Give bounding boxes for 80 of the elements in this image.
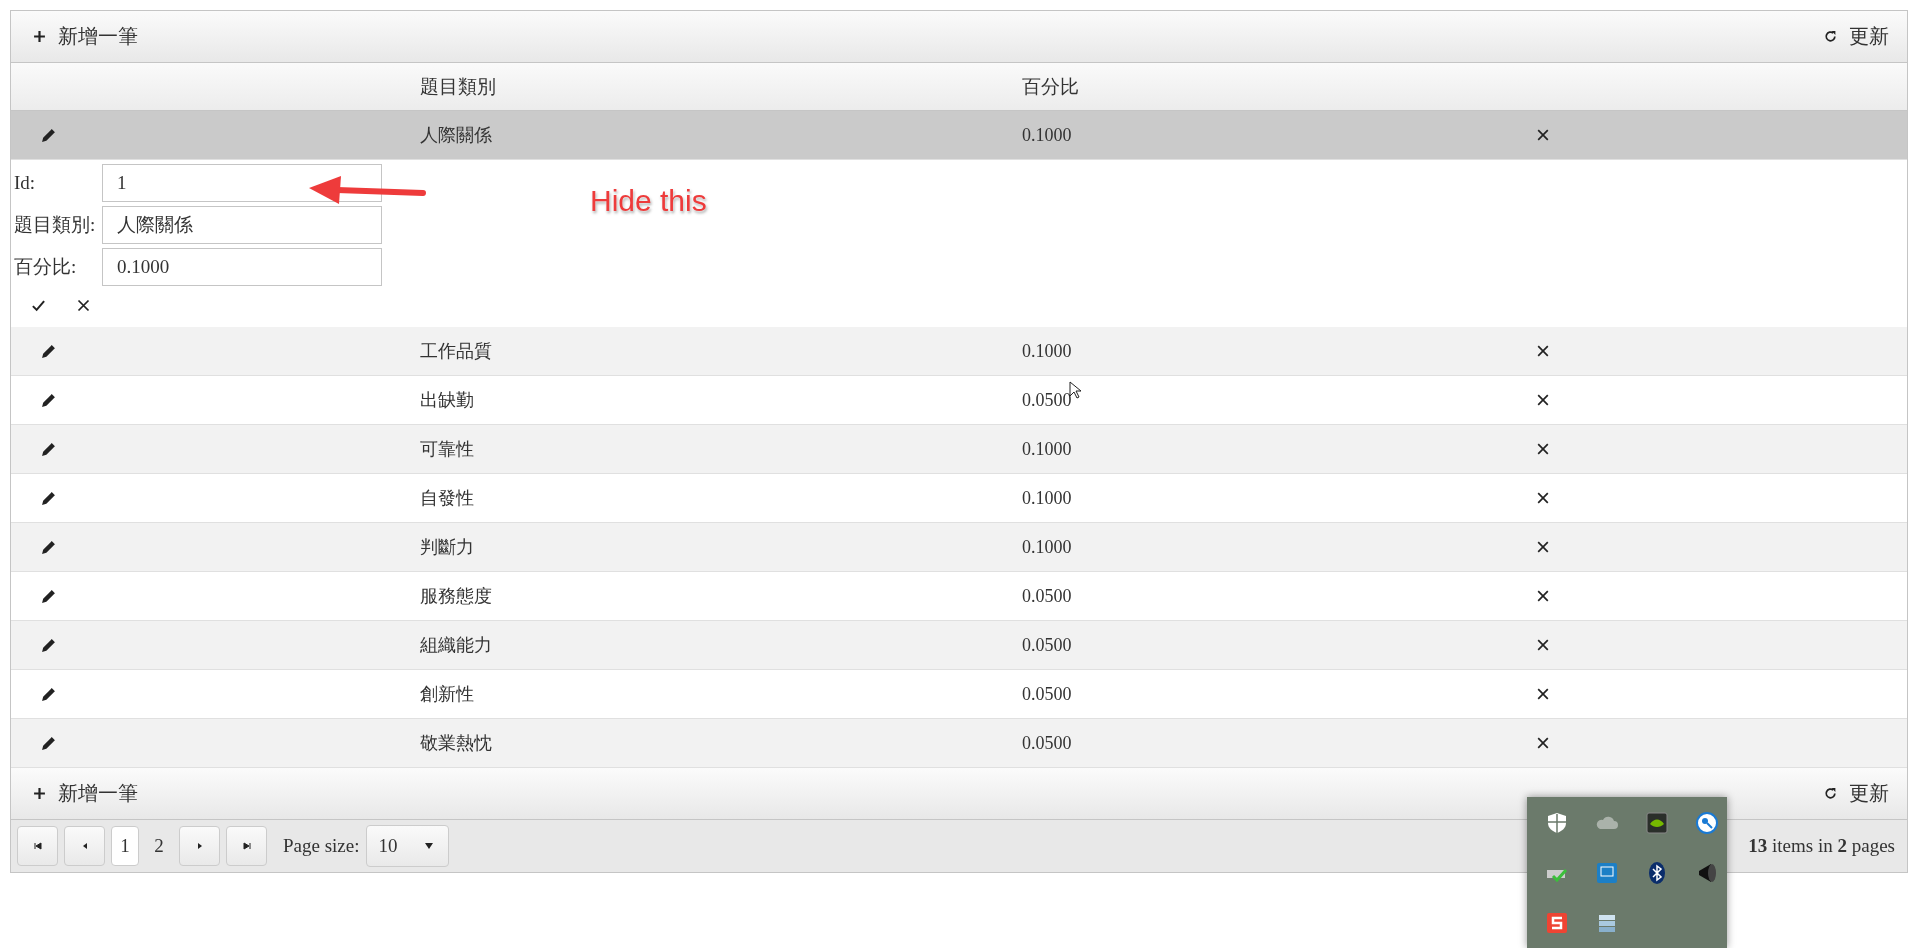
table-cell: 可靠性 [420, 439, 474, 459]
caret-icon [423, 841, 434, 851]
close-icon[interactable] [1537, 129, 1549, 141]
first-page-icon [32, 841, 43, 851]
first-page-button[interactable] [17, 826, 58, 866]
table-row[interactable]: 工作品質 0.1000 [11, 327, 1907, 376]
refresh-icon [1824, 787, 1837, 800]
plus-icon [33, 30, 46, 43]
input-field[interactable]: 1 [102, 164, 382, 202]
cursor-icon [1069, 381, 1081, 399]
table-cell: 出缺勤 [420, 390, 474, 410]
close-icon[interactable] [1537, 443, 1549, 455]
table-row[interactable]: 人際關係 0.1000 [11, 111, 1907, 160]
pencil-icon[interactable] [41, 343, 56, 359]
table-cell: 判斷力 [420, 537, 474, 557]
page-size-dropdown[interactable]: 10 [365, 825, 449, 867]
page-number[interactable]: 1 [111, 826, 139, 866]
app-s-icon[interactable] [1545, 911, 1569, 935]
close-icon[interactable] [1537, 394, 1549, 406]
table-cell: 0.1000 [1022, 340, 1072, 361]
plus-icon [33, 787, 46, 800]
check-icon[interactable] [31, 298, 46, 313]
refresh-button[interactable]: 更新 [1824, 780, 1889, 807]
refresh-icon [1824, 30, 1837, 43]
close-icon[interactable] [1537, 688, 1549, 700]
last-page-icon [241, 841, 252, 851]
pencil-icon[interactable] [41, 686, 56, 702]
page-number[interactable]: 2 [145, 826, 173, 866]
pencil-icon[interactable] [41, 637, 56, 653]
annotation-text: Hide this [590, 184, 707, 218]
close-icon[interactable] [1537, 345, 1549, 357]
input-field[interactable]: 0.1000 [102, 248, 382, 286]
close-icon[interactable] [1537, 639, 1549, 651]
input-field[interactable]: 人際關係 [102, 206, 382, 244]
table-cell: 0.0500 [1022, 389, 1072, 410]
column-header[interactable]: 題目類別 [420, 75, 496, 97]
pencil-icon[interactable] [41, 392, 56, 408]
table-cell: 創新性 [420, 684, 474, 704]
pencil-icon[interactable] [41, 735, 56, 751]
pencil-icon[interactable] [41, 539, 56, 555]
table-row[interactable]: 組織能力 0.0500 [11, 621, 1907, 670]
add-button[interactable]: 新增一筆 [33, 23, 138, 50]
table-cell: 0.1000 [1022, 487, 1072, 508]
pencil-icon[interactable] [41, 441, 56, 457]
last-page-button[interactable] [226, 826, 267, 866]
refresh-button[interactable]: 更新 [1824, 23, 1889, 50]
pencil-icon[interactable] [41, 588, 56, 604]
field-label: 題目類別: [14, 213, 97, 237]
table-cell: 0.1000 [1022, 124, 1072, 145]
close-icon[interactable] [1537, 737, 1549, 749]
eye-chip-icon[interactable] [1645, 811, 1669, 835]
table-cell: 0.0500 [1022, 634, 1072, 655]
table-cell: 0.0500 [1022, 585, 1072, 606]
table-cell: 組織能力 [420, 635, 492, 655]
key-icon[interactable] [1695, 811, 1719, 835]
add-button[interactable]: 新增一筆 [33, 780, 138, 807]
close-icon[interactable] [1537, 541, 1549, 553]
pencil-icon[interactable] [41, 127, 56, 143]
table-cell: 0.1000 [1022, 536, 1072, 557]
table-row[interactable]: 敬業熱忱 0.0500 [11, 719, 1907, 768]
table-cell: 0.0500 [1022, 683, 1072, 704]
table-row[interactable]: 可靠性 0.1000 [11, 425, 1907, 474]
pencil-icon[interactable] [41, 490, 56, 506]
close-icon[interactable] [1537, 590, 1549, 602]
table-cell: 敬業熱忱 [420, 733, 492, 753]
table-cell: 人際關係 [420, 125, 492, 145]
page-size-label: Page size: [283, 835, 360, 857]
shield-icon[interactable] [1545, 811, 1569, 835]
table-cell: 0.0500 [1022, 732, 1072, 753]
table-cell: 自發性 [420, 488, 474, 508]
field-label: Id: [14, 172, 37, 194]
pager-info: 13 items in 2 pages [1748, 835, 1895, 857]
column-header[interactable]: 百分比 [1022, 75, 1079, 97]
close-icon[interactable] [76, 298, 91, 313]
table-cell: 0.1000 [1022, 438, 1072, 459]
field-label: 百分比: [14, 255, 78, 279]
table-cell: 服務態度 [420, 586, 492, 606]
close-icon[interactable] [1537, 492, 1549, 504]
table-cell: 工作品質 [420, 341, 492, 361]
table-row[interactable]: 判斷力 0.1000 [11, 523, 1907, 572]
